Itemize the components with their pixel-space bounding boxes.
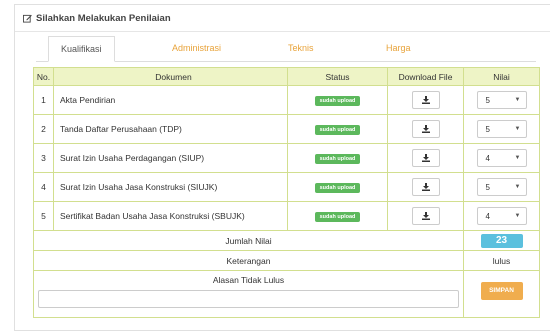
total-badge: 23 bbox=[480, 233, 523, 248]
row-number: 5 bbox=[33, 201, 54, 231]
nilai-select[interactable]: 5 ▼ bbox=[476, 91, 527, 109]
nilai-value: 5 bbox=[485, 183, 490, 192]
col-header-no: No. bbox=[33, 67, 54, 86]
panel-header: Silahkan Melakukan Penilaian bbox=[15, 5, 550, 32]
document-name: Surat Izin Usaha Perdagangan (SIUP) bbox=[53, 143, 288, 173]
download-button[interactable] bbox=[411, 149, 440, 167]
tab-kualifikasi[interactable]: Kualifikasi bbox=[48, 36, 115, 62]
nilai-value: 4 bbox=[485, 154, 490, 163]
tab-harga[interactable]: Harga bbox=[386, 36, 411, 60]
download-icon bbox=[421, 212, 430, 220]
row-number: 1 bbox=[33, 85, 54, 115]
row-number: 2 bbox=[33, 114, 54, 144]
status-badge: sudah upload bbox=[314, 125, 361, 135]
panel-title: Silahkan Melakukan Penilaian bbox=[36, 12, 171, 24]
table-row: 2 Tanda Daftar Perusahaan (TDP) sudah up… bbox=[33, 114, 540, 144]
status-badge: sudah upload bbox=[314, 183, 361, 193]
download-button[interactable] bbox=[411, 91, 440, 109]
col-header-nilai: Nilai bbox=[463, 67, 540, 86]
nilai-value: 5 bbox=[485, 96, 490, 105]
keterangan-row: Keterangan lulus bbox=[33, 250, 540, 271]
chevron-down-icon: ▼ bbox=[514, 213, 521, 219]
table-header-row: No. Dokumen Status Download File Nilai bbox=[33, 67, 540, 86]
status-badge: sudah upload bbox=[314, 96, 361, 106]
document-name: Akta Pendirian bbox=[53, 85, 288, 115]
table-row: 5 Sertifikat Badan Usaha Jasa Konstruksi… bbox=[33, 201, 540, 231]
row-number: 4 bbox=[33, 172, 54, 202]
nilai-select[interactable]: 4 ▼ bbox=[476, 207, 527, 225]
download-icon bbox=[421, 154, 430, 162]
chevron-down-icon: ▼ bbox=[514, 97, 521, 103]
nilai-select[interactable]: 5 ▼ bbox=[476, 178, 527, 196]
status-badge: sudah upload bbox=[314, 154, 361, 164]
keterangan-value: lulus bbox=[463, 250, 540, 271]
keterangan-label: Keterangan bbox=[33, 250, 464, 271]
document-name: Sertifikat Badan Usaha Jasa Konstruksi (… bbox=[53, 201, 288, 231]
download-button[interactable] bbox=[411, 207, 440, 225]
assessment-table: No. Dokumen Status Download File Nilai 1… bbox=[33, 67, 540, 318]
document-name: Tanda Daftar Perusahaan (TDP) bbox=[53, 114, 288, 144]
alasan-row: Alasan Tidak Lulus SIMPAN bbox=[33, 270, 540, 318]
tab-teknis[interactable]: Teknis bbox=[288, 36, 314, 60]
alasan-input[interactable] bbox=[38, 290, 459, 308]
tab-bar: Kualifikasi Administrasi Teknis Harga bbox=[36, 36, 536, 62]
download-button[interactable] bbox=[411, 178, 440, 196]
nilai-select[interactable]: 4 ▼ bbox=[476, 149, 527, 167]
status-badge: sudah upload bbox=[314, 212, 361, 222]
nilai-select[interactable]: 5 ▼ bbox=[476, 120, 527, 138]
chevron-down-icon: ▼ bbox=[514, 184, 521, 190]
table-row: 4 Surat Izin Usaha Jasa Konstruksi (SIUJ… bbox=[33, 172, 540, 202]
chevron-down-icon: ▼ bbox=[514, 155, 521, 161]
col-header-dokumen: Dokumen bbox=[53, 67, 288, 86]
table-row: 3 Surat Izin Usaha Perdagangan (SIUP) su… bbox=[33, 143, 540, 173]
nilai-value: 5 bbox=[485, 125, 490, 134]
col-header-status: Status bbox=[287, 67, 388, 86]
total-row: Jumlah Nilai 23 bbox=[33, 230, 540, 251]
tab-administrasi[interactable]: Administrasi bbox=[172, 36, 221, 60]
download-icon bbox=[421, 183, 430, 191]
alasan-label: Alasan Tidak Lulus bbox=[212, 275, 285, 285]
total-label: Jumlah Nilai bbox=[33, 230, 464, 251]
document-name: Surat Izin Usaha Jasa Konstruksi (SIUJK) bbox=[53, 172, 288, 202]
table-row: 1 Akta Pendirian sudah upload 5 ▼ bbox=[33, 85, 540, 115]
save-button[interactable]: SIMPAN bbox=[480, 282, 523, 300]
col-header-download: Download File bbox=[387, 67, 464, 86]
download-icon bbox=[421, 96, 430, 104]
edit-icon bbox=[23, 14, 32, 23]
row-number: 3 bbox=[33, 143, 54, 173]
chevron-down-icon: ▼ bbox=[514, 126, 521, 132]
nilai-value: 4 bbox=[485, 212, 490, 221]
download-button[interactable] bbox=[411, 120, 440, 138]
download-icon bbox=[421, 125, 430, 133]
